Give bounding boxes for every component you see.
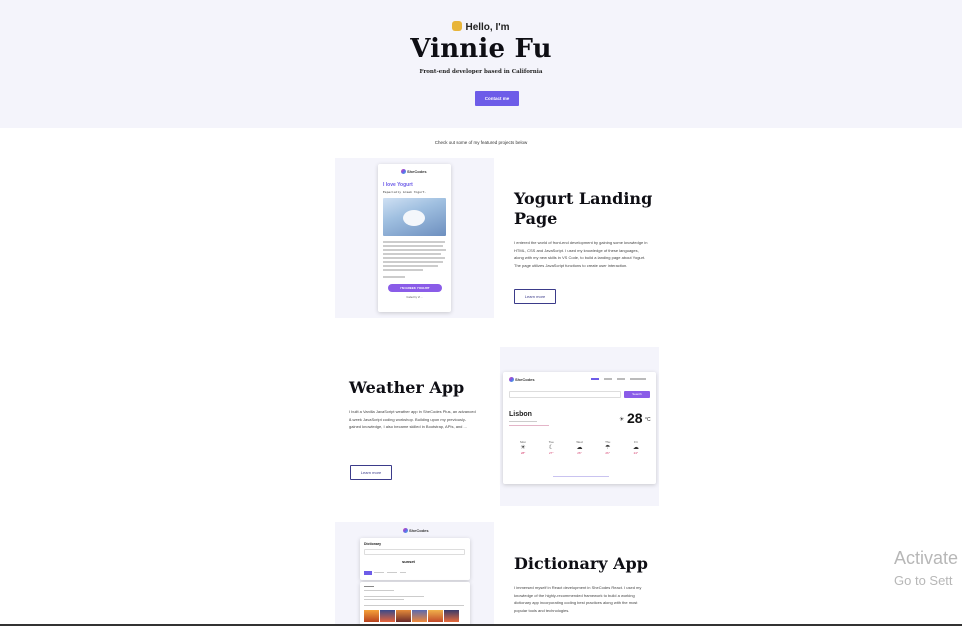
forecast-day: Tue ☾ 27°: [548, 440, 554, 455]
projects-intro: Check out some of my featured projects b…: [434, 140, 528, 145]
shecodes-logo-weather: SheCodes: [509, 377, 535, 382]
activate-windows-subtitle: Go to Sett: [894, 573, 953, 588]
forecast-day: Mon ☀ 28°: [520, 440, 527, 455]
greeting-text: Hello, I'm: [465, 22, 510, 33]
weather-city: Lisbon: [509, 411, 532, 418]
dictionary-results-card: [360, 582, 470, 626]
dictionary-thumbnail[interactable]: SheCodes Dictionary sunset: [335, 522, 494, 626]
weather-city-links: [591, 378, 651, 381]
yogurt-preview-footer: Coded by Vi ...: [406, 296, 423, 299]
project-title-weather: Weather App: [349, 378, 465, 397]
hero-tagline: Front-end developer based in California: [419, 69, 543, 75]
forecast-day: Wed ☁ 26°: [576, 440, 583, 455]
yogurt-heading: I love Yogurt: [383, 182, 413, 188]
contact-button[interactable]: Contact me: [475, 91, 519, 106]
weather-search-input: [509, 391, 621, 398]
weather-preview-card: SheCodes Search Lisbon ☀ 28 °C Mon ☀ 28° T…: [503, 372, 656, 484]
dictionary-search-card: Dictionary sunset: [360, 538, 470, 580]
shecodes-logo-dictionary: SheCodes: [403, 528, 429, 533]
learn-more-yogurt-button[interactable]: Learn more: [514, 289, 556, 304]
dictionary-images: [364, 610, 459, 622]
weather-search-button: Search: [624, 391, 650, 398]
weather-thumbnail[interactable]: SheCodes Search Lisbon ☀ 28 °C Mon ☀ 28° T…: [500, 347, 659, 506]
waving-hand-icon: [452, 21, 463, 31]
activate-windows-title: Activate: [894, 548, 959, 568]
forecast-day: Thu ☂ 26°: [604, 440, 611, 455]
yogurt-subheading: Especially Greek Yogurt.: [383, 190, 427, 194]
project-title-yogurt: Yogurt Landing Page: [514, 189, 653, 228]
yogurt-thumbnail[interactable]: SheCodes I love Yogurt Especially Greek …: [335, 158, 494, 318]
project-description-dictionary: I immersed myself in React development i…: [514, 585, 642, 613]
dictionary-heading: Dictionary: [364, 542, 382, 546]
project-description-yogurt: I entered the world of front-end develop…: [514, 240, 648, 268]
weather-forecast: Mon ☀ 28° Tue ☾ 27° Wed ☁ 26° Thu ☂ 26° Fri ☁ 24°: [509, 440, 650, 455]
hero-section: Hello, I'm Vinnie Fu Front-end developer…: [0, 0, 962, 128]
yogurt-preview-cta: I'M GREEK YOGURT: [388, 284, 442, 292]
weather-sun-icon: ☀: [619, 417, 625, 423]
greeting: Hello, I'm: [0, 21, 962, 33]
project-description-weather: I built a Vanilla JavaScript weather app…: [349, 409, 476, 429]
dictionary-search-input: [364, 549, 465, 555]
dictionary-word: sunset: [402, 559, 415, 564]
project-title-dictionary: Dictionary App: [514, 554, 648, 573]
forecast-day: Fri ☁ 24°: [632, 440, 639, 455]
hero-name: Vinnie Fu: [410, 34, 552, 64]
yogurt-preview-card: SheCodes I love Yogurt Especially Greek …: [378, 164, 451, 312]
weather-temperature: 28: [627, 410, 643, 426]
learn-more-weather-button[interactable]: Learn more: [350, 465, 392, 480]
weather-unit: °C: [645, 417, 651, 423]
yogurt-image: [383, 198, 446, 236]
shecodes-logo: SheCodes: [401, 169, 427, 174]
